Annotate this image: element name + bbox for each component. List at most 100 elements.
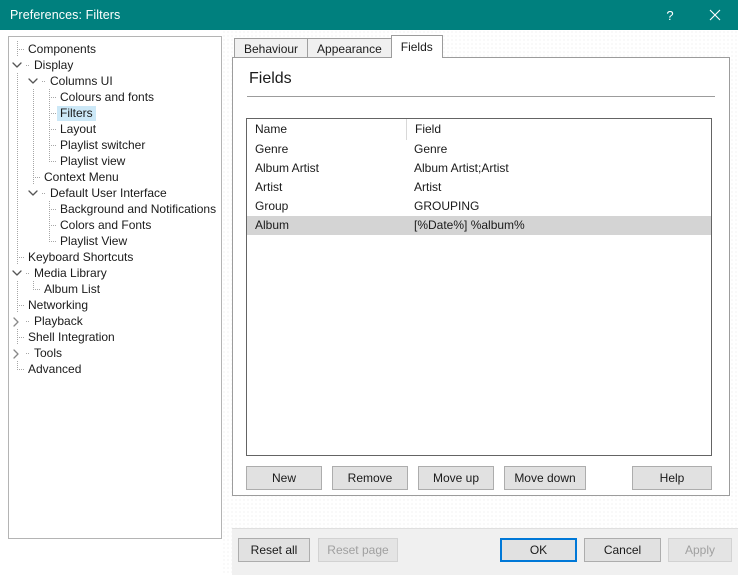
sidebar-item-tools[interactable]: Tools — [9, 345, 221, 361]
tree-guide — [25, 89, 41, 105]
sidebar-item-colours-and-fonts[interactable]: Colours and fonts — [9, 89, 221, 105]
tree-guide — [25, 201, 41, 217]
sidebar-item-columns-ui[interactable]: Columns UI — [9, 73, 221, 89]
tree-connector — [41, 137, 57, 153]
sidebar-item-media-library[interactable]: Media Library — [9, 265, 221, 281]
sidebar-item-layout[interactable]: Layout — [9, 121, 221, 137]
tree-expander[interactable] — [9, 57, 25, 73]
question-mark-icon: ? — [666, 7, 674, 23]
tree-connector — [41, 121, 57, 137]
sidebar-item-label: Tools — [34, 345, 63, 360]
sidebar-item-label: Layout — [60, 121, 97, 136]
tree-connector — [9, 41, 25, 57]
table-row[interactable]: Artist Artist — [247, 178, 711, 197]
tree-guide — [9, 137, 25, 153]
table-row[interactable]: Genre Genre — [247, 140, 711, 159]
sidebar-item-label: Context Menu — [44, 169, 119, 184]
close-window-button[interactable] — [692, 0, 738, 30]
sidebar-item-context-menu[interactable]: Context Menu — [9, 169, 221, 185]
preferences-tree[interactable]: Components Display Columns UI Colours and f… — [8, 36, 222, 539]
sidebar-item-advanced[interactable]: Advanced — [9, 361, 221, 377]
title-divider — [247, 96, 715, 97]
sidebar-item-album-list[interactable]: Album List — [9, 281, 221, 297]
move-down-button[interactable]: Move down — [504, 466, 586, 490]
tree-guide — [25, 233, 41, 249]
cell-name: Artist — [255, 180, 283, 194]
tree-connector — [25, 313, 31, 329]
dialog-footer: Reset all Reset page OK Cancel Apply — [232, 528, 738, 575]
cell-field: Genre — [414, 142, 448, 156]
ok-button[interactable]: OK — [500, 538, 577, 562]
tree-guide — [9, 185, 25, 201]
tree-connector — [41, 105, 57, 121]
table-row[interactable]: Album [%Date%] %album% — [247, 216, 711, 235]
sidebar-item-default-user-interface[interactable]: Default User Interface — [9, 185, 221, 201]
tree-guide — [9, 73, 25, 89]
listview-header: Name Field — [247, 119, 711, 140]
tree-expander[interactable] — [25, 185, 41, 201]
tree-guide — [25, 153, 41, 169]
tab-appearance[interactable]: Appearance — [307, 38, 392, 58]
chevron-down-icon — [28, 190, 38, 196]
tree-guide — [25, 121, 41, 137]
cell-name: Album — [255, 218, 290, 232]
tree-list: Components Display Columns UI Colours and f… — [9, 37, 221, 377]
tab-fields[interactable]: Fields — [390, 35, 443, 58]
new-button[interactable]: New — [246, 466, 322, 490]
page-title: Fields — [249, 70, 292, 87]
tree-expander[interactable] — [9, 313, 25, 329]
preferences-dialog: Preferences: Filters ? Components Display… — [0, 0, 738, 575]
tree-connector — [25, 265, 31, 281]
tree-expander[interactable] — [25, 73, 41, 89]
table-row[interactable]: Album Artist Album Artist;Artist — [247, 159, 711, 178]
chevron-down-icon — [28, 78, 38, 84]
tree-expander[interactable] — [9, 265, 25, 281]
sidebar-item-label: Networking — [28, 297, 89, 312]
move-up-button[interactable]: Move up — [418, 466, 494, 490]
table-row[interactable]: Group GROUPING — [247, 197, 711, 216]
cell-field: GROUPING — [414, 199, 480, 213]
fields-listview[interactable]: Name Field Genre Genre Album Artist Album A… — [246, 118, 712, 456]
tab-behaviour[interactable]: Behaviour — [234, 38, 309, 58]
cancel-button[interactable]: Cancel — [584, 538, 661, 562]
tree-guide — [9, 281, 25, 297]
tree-connector — [25, 345, 31, 361]
tree-guide — [9, 89, 25, 105]
sidebar-item-display[interactable]: Display — [9, 57, 221, 73]
sidebar-item-networking[interactable]: Networking — [9, 297, 221, 313]
tree-connector — [9, 249, 25, 265]
tree-expander[interactable] — [9, 345, 25, 361]
tree-connector — [25, 281, 41, 297]
sidebar-item-label: Colours and fonts — [60, 89, 155, 104]
dialog-body: Components Display Columns UI Colours and f… — [0, 30, 738, 575]
tree-guide — [9, 201, 25, 217]
sidebar-item-filters[interactable]: Filters — [9, 105, 221, 121]
tree-connector — [25, 169, 41, 185]
sidebar-item-playlist-switcher[interactable]: Playlist switcher — [9, 137, 221, 153]
remove-button[interactable]: Remove — [332, 466, 408, 490]
sidebar-item-label: Background and Notifications — [60, 201, 217, 216]
reset-all-button[interactable]: Reset all — [238, 538, 310, 562]
sidebar-item-playlist-view[interactable]: Playlist view — [9, 153, 221, 169]
help-button[interactable]: Help — [632, 466, 712, 490]
sidebar-item-background-and-notifications[interactable]: Background and Notifications — [9, 201, 221, 217]
tree-connector — [41, 89, 57, 105]
column-header-field[interactable]: Field — [406, 119, 711, 140]
close-icon — [709, 9, 721, 21]
sidebar-item-playback[interactable]: Playback — [9, 313, 221, 329]
listview-rows: Genre Genre Album Artist Album Artist;Artis… — [247, 140, 711, 235]
tree-connector — [41, 185, 47, 201]
sidebar-item-shell-integration[interactable]: Shell Integration — [9, 329, 221, 345]
help-titlebar-button[interactable]: ? — [648, 0, 692, 30]
sidebar-item-colors-and-fonts[interactable]: Colors and Fonts — [9, 217, 221, 233]
cell-name: Group — [255, 199, 289, 213]
sidebar-item-playlist-view[interactable]: Playlist View — [9, 233, 221, 249]
sidebar-item-keyboard-shortcuts[interactable]: Keyboard Shortcuts — [9, 249, 221, 265]
tree-guide — [9, 121, 25, 137]
column-header-name[interactable]: Name — [247, 119, 406, 140]
tree-guide — [25, 137, 41, 153]
chevron-down-icon — [12, 270, 22, 276]
sidebar-item-components[interactable]: Components — [9, 41, 221, 57]
sidebar-item-label: Playlist view — [60, 153, 126, 168]
sidebar-item-label: Advanced — [28, 361, 82, 376]
